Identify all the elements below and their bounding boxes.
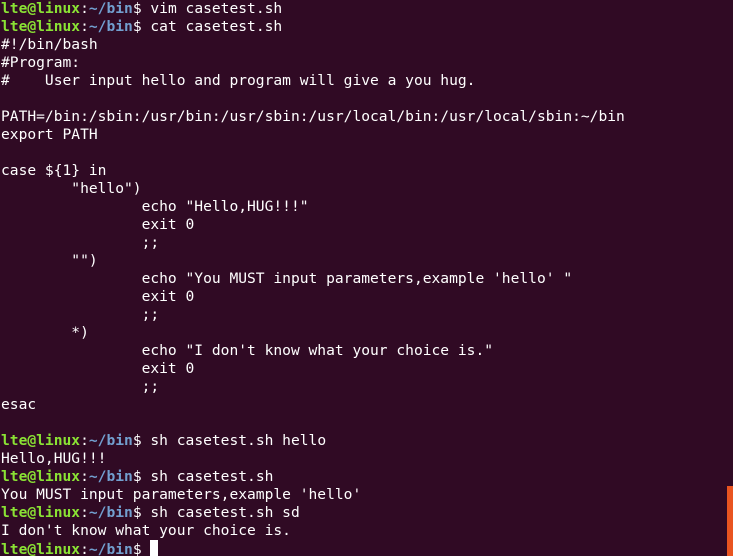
prompt-path: ~/bin xyxy=(88,468,133,485)
prompt-symbol: $ xyxy=(132,432,151,449)
output-text: exit 0 xyxy=(1,360,195,377)
text-cursor[interactable] xyxy=(150,540,159,556)
prompt-user: lte@linux xyxy=(1,504,81,521)
prompt-separator: : xyxy=(80,0,89,17)
prompt-user: lte@linux xyxy=(1,18,81,35)
prompt-user: lte@linux xyxy=(1,432,81,449)
prompt-symbol: $ xyxy=(132,0,151,17)
output-text: ;; xyxy=(1,234,160,251)
prompt-path: ~/bin xyxy=(88,18,133,35)
command-text: sh casetest.sh hello xyxy=(150,432,327,449)
output-line: case ${1} in xyxy=(1,162,725,180)
prompt-user: lte@linux xyxy=(1,0,81,17)
command-text: vim casetest.sh xyxy=(150,0,283,17)
prompt-line: lte@linux:~/bin$ cat casetest.sh xyxy=(1,18,725,36)
prompt-separator: : xyxy=(80,504,89,521)
command-text: cat casetest.sh xyxy=(150,18,283,35)
output-text: PATH=/bin:/sbin:/usr/bin:/usr/sbin:/usr/… xyxy=(1,108,625,125)
command-text: sh casetest.sh xyxy=(150,468,274,485)
prompt-path: ~/bin xyxy=(88,0,133,17)
output-line: ;; xyxy=(1,306,725,324)
output-text: # User input hello and program will give… xyxy=(1,72,476,89)
prompt-line: lte@linux:~/bin$ sh casetest.sh sd xyxy=(1,504,725,522)
prompt-symbol: $ xyxy=(132,541,151,556)
terminal-output: lte@linux:~/bin$ vim casetest.sh lte@linu… xyxy=(1,0,725,556)
output-text: ;; xyxy=(1,378,160,395)
output-text: "") xyxy=(1,252,98,269)
prompt-symbol: $ xyxy=(132,468,151,485)
output-text: exit 0 xyxy=(1,288,195,305)
prompt-path: ~/bin xyxy=(88,432,133,449)
command-text: sh casetest.sh sd xyxy=(150,504,300,521)
output-text: I don't know what your choice is. xyxy=(1,522,291,539)
output-text: export PATH xyxy=(1,126,98,143)
output-line: exit 0 xyxy=(1,216,725,234)
output-line: "hello") xyxy=(1,180,725,198)
prompt-line: lte@linux:~/bin$ sh casetest.sh hello xyxy=(1,432,725,450)
prompt-separator: : xyxy=(80,541,89,556)
output-line: PATH=/bin:/sbin:/usr/bin:/usr/sbin:/usr/… xyxy=(1,108,725,126)
prompt-symbol: $ xyxy=(132,18,151,35)
output-line: # User input hello and program will give… xyxy=(1,72,725,90)
output-text: ;; xyxy=(1,306,160,323)
output-text: #Program: xyxy=(1,54,81,71)
output-text: exit 0 xyxy=(1,216,195,233)
output-line: export PATH xyxy=(1,126,725,144)
scrollbar-thumb[interactable] xyxy=(727,486,733,556)
output-line: *) xyxy=(1,324,725,342)
prompt-user: lte@linux xyxy=(1,541,81,556)
output-text: case ${1} in xyxy=(1,162,107,179)
prompt-separator: : xyxy=(80,18,89,35)
prompt-path: ~/bin xyxy=(88,541,133,556)
output-line: exit 0 xyxy=(1,360,725,378)
prompt-path: ~/bin xyxy=(88,504,133,521)
prompt-separator: : xyxy=(80,432,89,449)
output-line: exit 0 xyxy=(1,288,725,306)
terminal-window[interactable]: lte@linux:~/bin$ vim casetest.sh lte@linu… xyxy=(0,0,733,556)
output-text: "hello") xyxy=(1,180,142,197)
output-line: Hello,HUG!!! xyxy=(1,450,725,468)
output-text: echo "You MUST input parameters,example … xyxy=(1,270,573,287)
output-line: echo "I don't know what your choice is." xyxy=(1,342,725,360)
output-line: "") xyxy=(1,252,725,270)
output-line: ;; xyxy=(1,378,725,396)
prompt-symbol: $ xyxy=(132,504,151,521)
output-text: esac xyxy=(1,396,37,413)
output-line: #!/bin/bash xyxy=(1,36,725,54)
scrollbar[interactable] xyxy=(727,0,733,556)
output-line: You MUST input parameters,example 'hello… xyxy=(1,486,725,504)
output-text: echo "Hello,HUG!!!" xyxy=(1,198,309,215)
active-prompt-line: lte@linux:~/bin$ xyxy=(1,540,725,556)
output-line: esac xyxy=(1,396,725,414)
output-text: *) xyxy=(1,324,89,341)
output-line: I don't know what your choice is. xyxy=(1,522,725,540)
prompt-user: lte@linux xyxy=(1,468,81,485)
output-text: Hello,HUG!!! xyxy=(1,450,107,467)
output-line: echo "You MUST input parameters,example … xyxy=(1,270,725,288)
prompt-line: lte@linux:~/bin$ vim casetest.sh xyxy=(1,0,725,18)
output-text: #!/bin/bash xyxy=(1,36,98,53)
output-line: ;; xyxy=(1,234,725,252)
prompt-separator: : xyxy=(80,468,89,485)
output-line: echo "Hello,HUG!!!" xyxy=(1,198,725,216)
prompt-line: lte@linux:~/bin$ sh casetest.sh xyxy=(1,468,725,486)
output-text: echo "I don't know what your choice is." xyxy=(1,342,494,359)
output-line: #Program: xyxy=(1,54,725,72)
output-text: You MUST input parameters,example 'hello… xyxy=(1,486,362,503)
